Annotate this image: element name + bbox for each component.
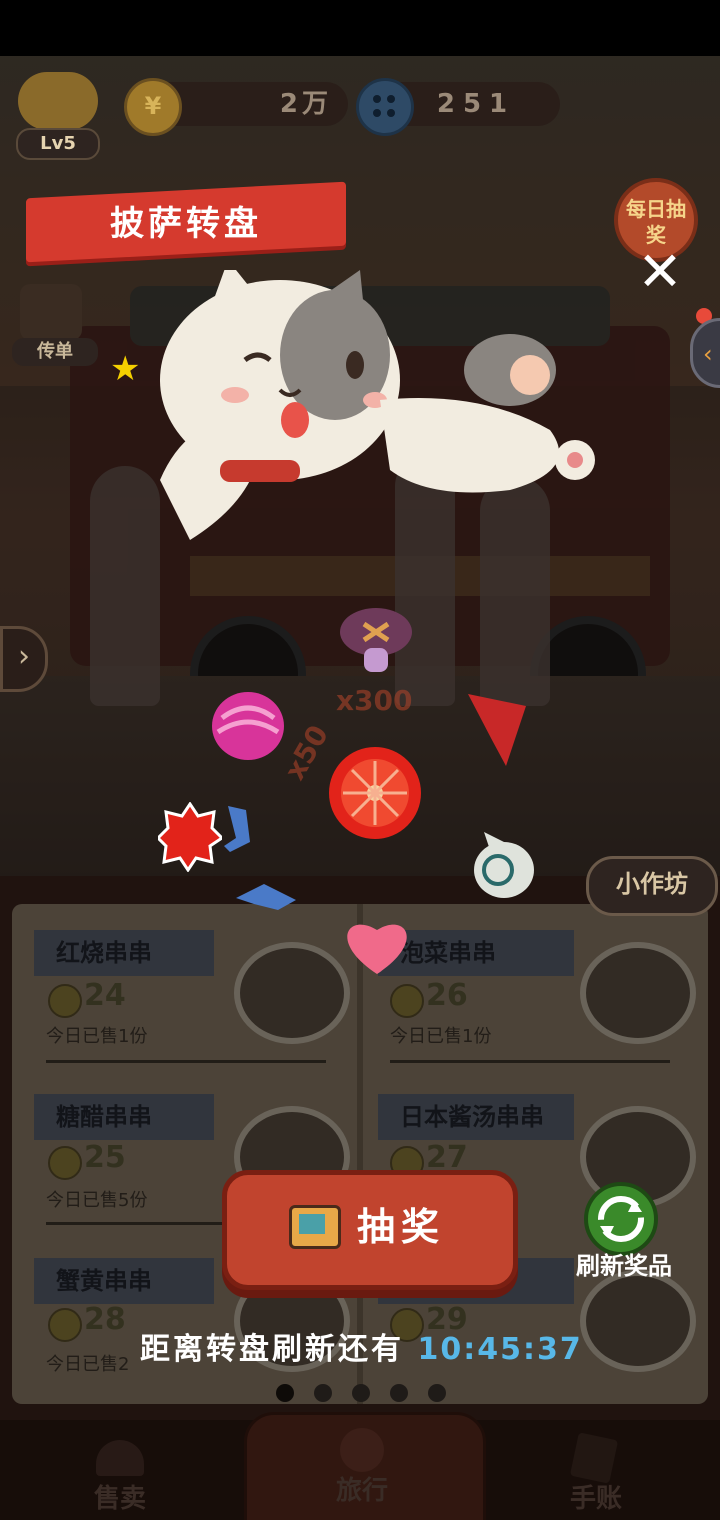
flyer-icon[interactable]: [20, 284, 82, 340]
candy-prize: [212, 692, 284, 760]
draw-button[interactable]: 抽奖: [222, 1170, 518, 1290]
refresh-countdown: 距离转盘刷新还有 10:45:37: [140, 1328, 583, 1372]
blue-sock-prize: [224, 806, 250, 852]
refresh-icon[interactable]: [584, 1182, 658, 1256]
tomato-prize: [329, 747, 421, 839]
close-icon[interactable]: ✕: [632, 244, 688, 300]
coin-count: 2万: [279, 89, 332, 119]
flyer-label[interactable]: 传单: [12, 338, 98, 366]
button-count: 251: [436, 89, 516, 119]
player-avatar[interactable]: [18, 72, 98, 130]
status-bar: [0, 0, 720, 56]
heart-prize: [347, 924, 407, 974]
blue-cloth-prize: [236, 884, 296, 910]
level-badge: Lv5: [16, 128, 100, 160]
countdown-timer: 10:45:37: [417, 1332, 583, 1367]
wheel-title-banner: 披萨转盘: [26, 181, 346, 263]
multiplier-label: x300: [336, 684, 413, 717]
red-scarf-prize: [468, 694, 526, 766]
tv-ad-icon: [289, 1205, 341, 1249]
countdown-label: 距离转盘刷新还有: [140, 1332, 404, 1367]
wheel-title: 披萨转盘: [110, 204, 262, 244]
mushroom-prize: [340, 608, 412, 672]
refresh-prizes-label[interactable]: 刷新奖品: [562, 1248, 686, 1284]
sale-badge-prize: [158, 802, 222, 872]
workshop-button[interactable]: 小作坊: [586, 856, 718, 916]
coin-icon: ¥: [124, 78, 182, 136]
game-screen: 红烧串串 24 今日已售1份 泡菜串串 26 今日已售1份 糖醋串串 25 今日…: [0, 0, 720, 1520]
rice-bag-prize: [474, 832, 534, 898]
star-icon: ★: [110, 349, 141, 389]
button-currency-icon: [356, 78, 414, 136]
cat-mascot: [160, 270, 595, 540]
draw-button-label: 抽奖: [357, 1205, 446, 1249]
